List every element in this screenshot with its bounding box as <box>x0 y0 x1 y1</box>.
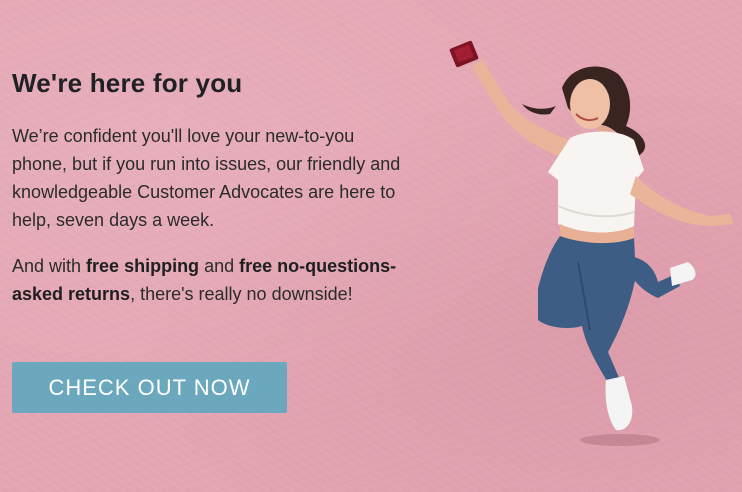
check-out-now-button[interactable]: CHECK OUT NOW <box>12 362 287 413</box>
free-shipping-emphasis: free shipping <box>86 256 200 276</box>
paragraph-text: , there's really no downside! <box>130 284 353 304</box>
promo-banner: We're here for you We’re confident you'l… <box>0 0 742 492</box>
paragraph-text: and <box>199 256 240 276</box>
banner-heading: We're here for you <box>12 68 243 98</box>
banner-paragraph-shipping: And with free shipping and free no-quest… <box>12 252 412 308</box>
paragraph-text: And with <box>12 256 87 276</box>
woman-jumping-selfie-photo <box>449 40 734 446</box>
banner-copy: We're here for you We’re confident you'l… <box>12 66 412 308</box>
banner-paragraph-support: We’re confident you'll love your new-to-… <box>12 126 401 230</box>
